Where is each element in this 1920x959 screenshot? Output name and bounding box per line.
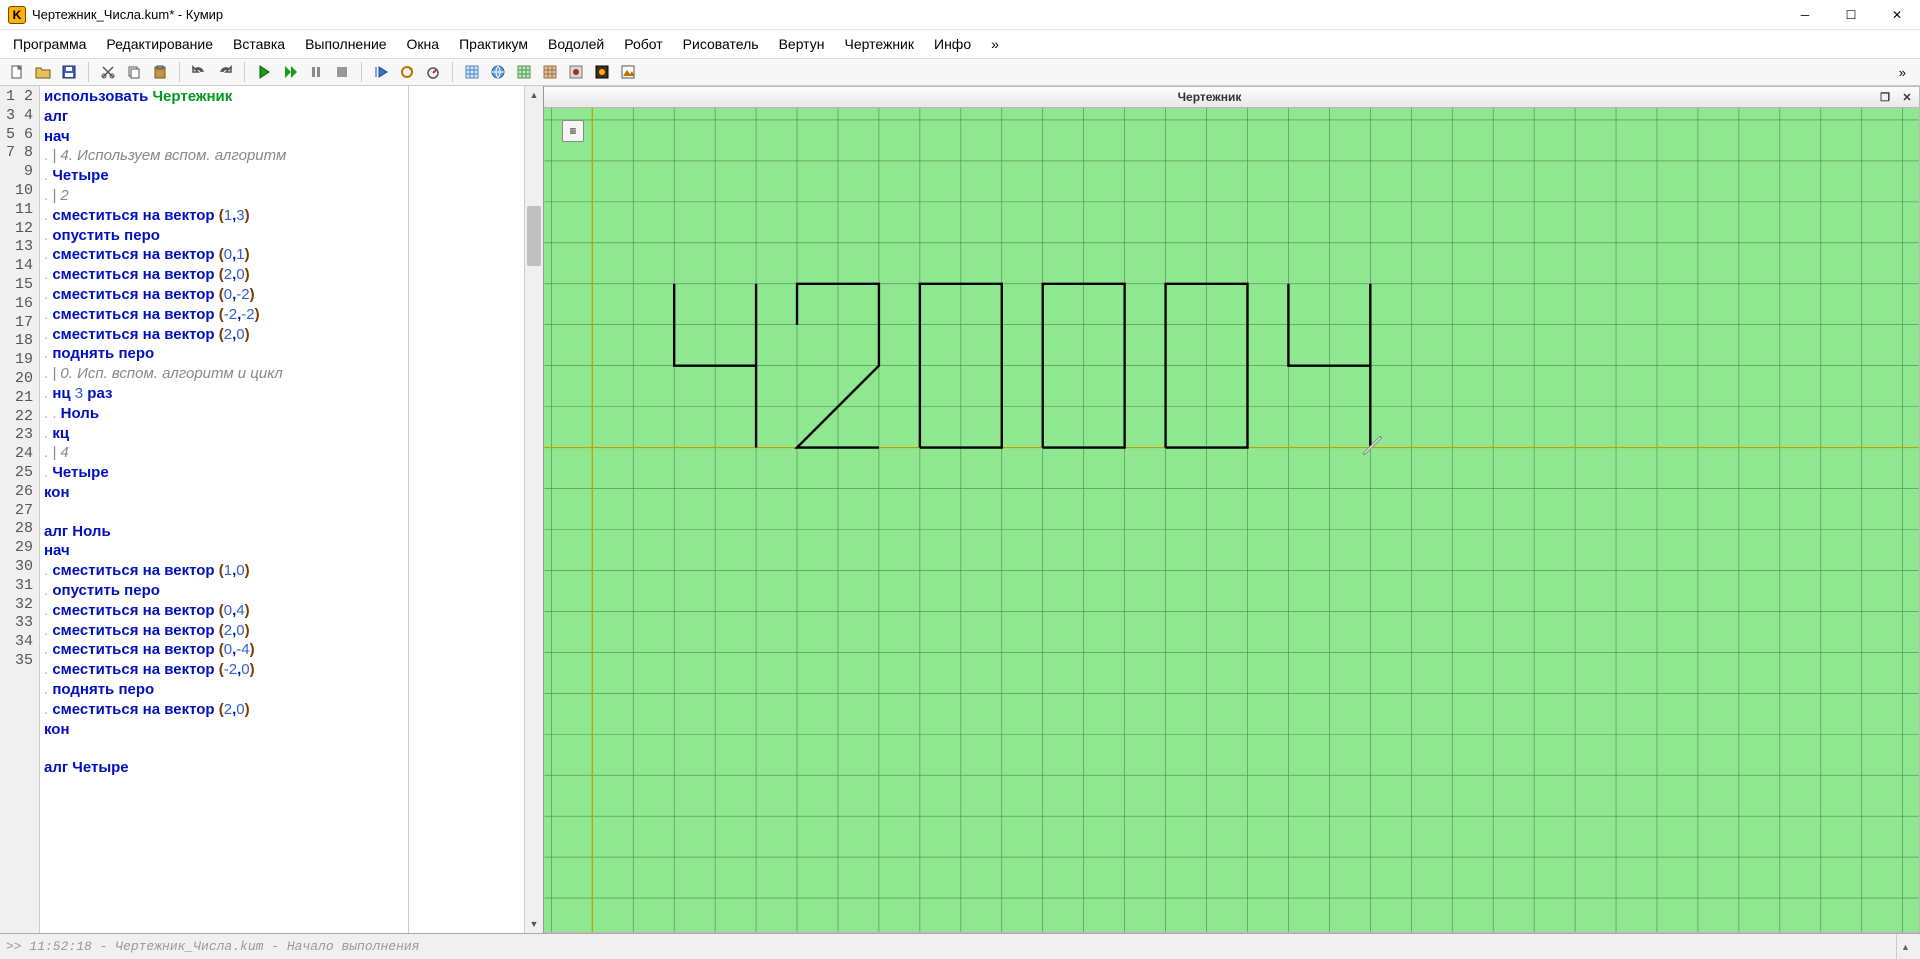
- console-text: >> 11:52:18 - Чертежник_Числа.kum - Нача…: [6, 939, 1896, 954]
- editor-margin-column: [409, 86, 525, 933]
- menu-чертежник[interactable]: Чертежник: [835, 34, 923, 54]
- cut-icon[interactable]: [97, 61, 119, 83]
- toolbar: »: [0, 58, 1920, 86]
- grid-svg: [544, 108, 1919, 932]
- line-number-gutter: 1 2 3 4 5 6 7 8 9 10 11 12 13 14 15 16 1…: [0, 86, 40, 933]
- to-line-icon[interactable]: [370, 61, 392, 83]
- code-editor[interactable]: использовать Чертежник алг нач . | 4. Ис…: [40, 86, 409, 933]
- menu-редактирование[interactable]: Редактирование: [97, 34, 222, 54]
- scroll-up-icon[interactable]: ▲: [525, 86, 543, 104]
- menu-водолей[interactable]: Водолей: [539, 34, 613, 54]
- scroll-down-icon[interactable]: ▼: [525, 915, 543, 933]
- world6-icon[interactable]: [591, 61, 613, 83]
- canvas-pane: Чертежник ❐ ✕ ≡: [544, 86, 1920, 933]
- menu-выполнение[interactable]: Выполнение: [296, 34, 395, 54]
- console-scroll-up-icon[interactable]: ▲: [1896, 934, 1914, 959]
- main-area: 1 2 3 4 5 6 7 8 9 10 11 12 13 14 15 16 1…: [0, 86, 1920, 933]
- window-maximize-button[interactable]: ☐: [1828, 0, 1874, 30]
- toolbar-overflow-button[interactable]: »: [1891, 65, 1914, 80]
- panel-restore-button[interactable]: ❐: [1875, 88, 1895, 106]
- window-title: Чертежник_Числа.kum* - Кумир: [32, 7, 223, 22]
- canvas-menu-button[interactable]: ≡: [562, 120, 584, 142]
- save-file-icon[interactable]: [58, 61, 80, 83]
- world4-icon[interactable]: [539, 61, 561, 83]
- app-icon: K: [8, 6, 26, 24]
- open-file-icon[interactable]: [32, 61, 54, 83]
- copy-icon[interactable]: [123, 61, 145, 83]
- reset-icon[interactable]: [396, 61, 418, 83]
- menu-рисователь[interactable]: Рисователь: [674, 34, 768, 54]
- panel-title: Чертежник: [544, 90, 1875, 104]
- menu-вертун[interactable]: Вертун: [770, 34, 834, 54]
- world5-icon[interactable]: [565, 61, 587, 83]
- panel-titlebar: Чертежник ❐ ✕: [544, 86, 1920, 108]
- menu-окна[interactable]: Окна: [398, 34, 449, 54]
- menu-робот[interactable]: Робот: [615, 34, 671, 54]
- world2-icon[interactable]: [487, 61, 509, 83]
- window-close-button[interactable]: ✕: [1874, 0, 1920, 30]
- window-minimize-button[interactable]: ─: [1782, 0, 1828, 30]
- console-bar: >> 11:52:18 - Чертежник_Числа.kum - Нача…: [0, 933, 1920, 959]
- editor-pane: 1 2 3 4 5 6 7 8 9 10 11 12 13 14 15 16 1…: [0, 86, 544, 933]
- scrollbar-thumb[interactable]: [527, 206, 541, 266]
- menu-программа[interactable]: Программа: [4, 34, 95, 54]
- run-icon[interactable]: [253, 61, 275, 83]
- pause-icon[interactable]: [305, 61, 327, 83]
- menubar: ПрограммаРедактированиеВставкаВыполнение…: [0, 30, 1920, 58]
- speed-icon[interactable]: [422, 61, 444, 83]
- undo-icon[interactable]: [188, 61, 210, 83]
- menu-инфо[interactable]: Инфо: [925, 34, 980, 54]
- world1-icon[interactable]: [461, 61, 483, 83]
- menu-»[interactable]: »: [982, 34, 1008, 54]
- step-icon[interactable]: [279, 61, 301, 83]
- paste-icon[interactable]: [149, 61, 171, 83]
- drawing-canvas[interactable]: ≡: [544, 108, 1920, 933]
- panel-close-button[interactable]: ✕: [1897, 88, 1917, 106]
- window-titlebar: K Чертежник_Числа.kum* - Кумир ─ ☐ ✕: [0, 0, 1920, 30]
- world3-icon[interactable]: [513, 61, 535, 83]
- editor-scrollbar[interactable]: ▲ ▼: [525, 86, 543, 933]
- world7-icon[interactable]: [617, 61, 639, 83]
- redo-icon[interactable]: [214, 61, 236, 83]
- stop-icon[interactable]: [331, 61, 353, 83]
- menu-практикум[interactable]: Практикум: [450, 34, 537, 54]
- new-file-icon[interactable]: [6, 61, 28, 83]
- menu-вставка[interactable]: Вставка: [224, 34, 294, 54]
